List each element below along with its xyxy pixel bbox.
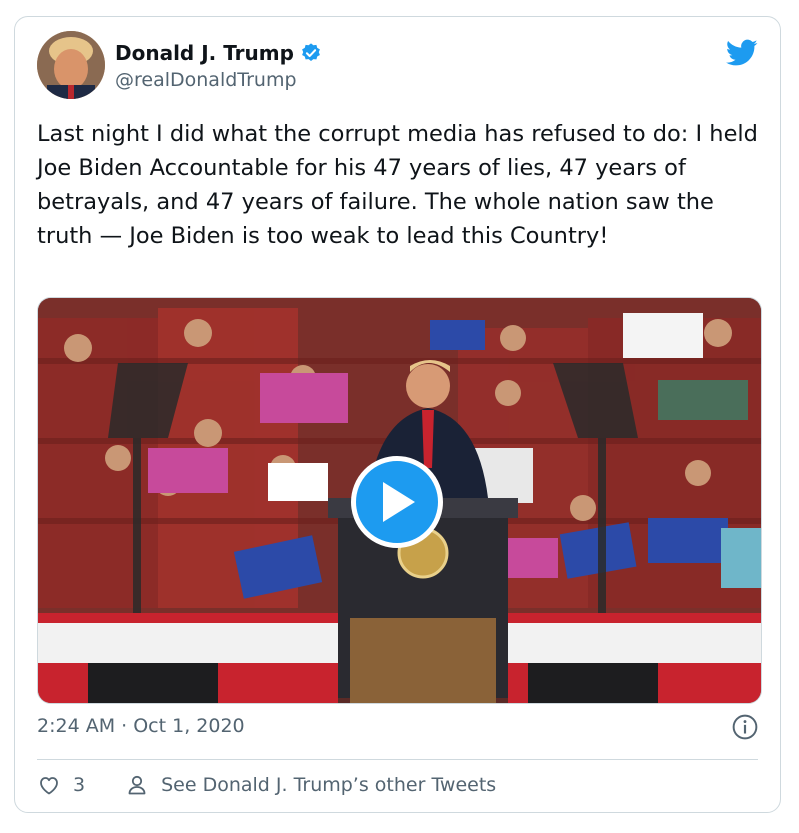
info-icon[interactable] bbox=[732, 714, 758, 740]
like-button[interactable]: 3 bbox=[37, 773, 85, 797]
verified-badge-icon bbox=[302, 43, 320, 61]
tweet-card: Donald J. Trump @realDonaldTrump Last ni… bbox=[14, 16, 781, 813]
tweet-text: Last night I did what the corrupt media … bbox=[37, 121, 758, 249]
tweet-timestamp[interactable]: 2:24 AM · Oct 1, 2020 bbox=[37, 715, 245, 737]
tweet-actions: 3 See Donald J. Trump’s other Tweets bbox=[37, 773, 496, 797]
author-name[interactable]: Donald J. Trump bbox=[115, 41, 294, 65]
avatar[interactable] bbox=[37, 31, 105, 99]
play-button[interactable] bbox=[351, 456, 443, 548]
author-name-row[interactable]: Donald J. Trump bbox=[115, 41, 322, 65]
video-player[interactable] bbox=[37, 297, 762, 704]
other-tweets-label[interactable]: See Donald J. Trump’s other Tweets bbox=[161, 774, 496, 796]
twitter-bird-icon[interactable] bbox=[726, 39, 758, 67]
divider bbox=[37, 759, 758, 760]
person-icon bbox=[128, 775, 146, 795]
play-icon bbox=[383, 482, 415, 522]
heart-icon bbox=[40, 777, 58, 795]
avatar-image bbox=[37, 31, 105, 99]
other-tweets-link[interactable]: See Donald J. Trump’s other Tweets bbox=[125, 773, 496, 797]
like-count: 3 bbox=[73, 774, 86, 796]
author-handle[interactable]: @realDonaldTrump bbox=[115, 69, 297, 91]
